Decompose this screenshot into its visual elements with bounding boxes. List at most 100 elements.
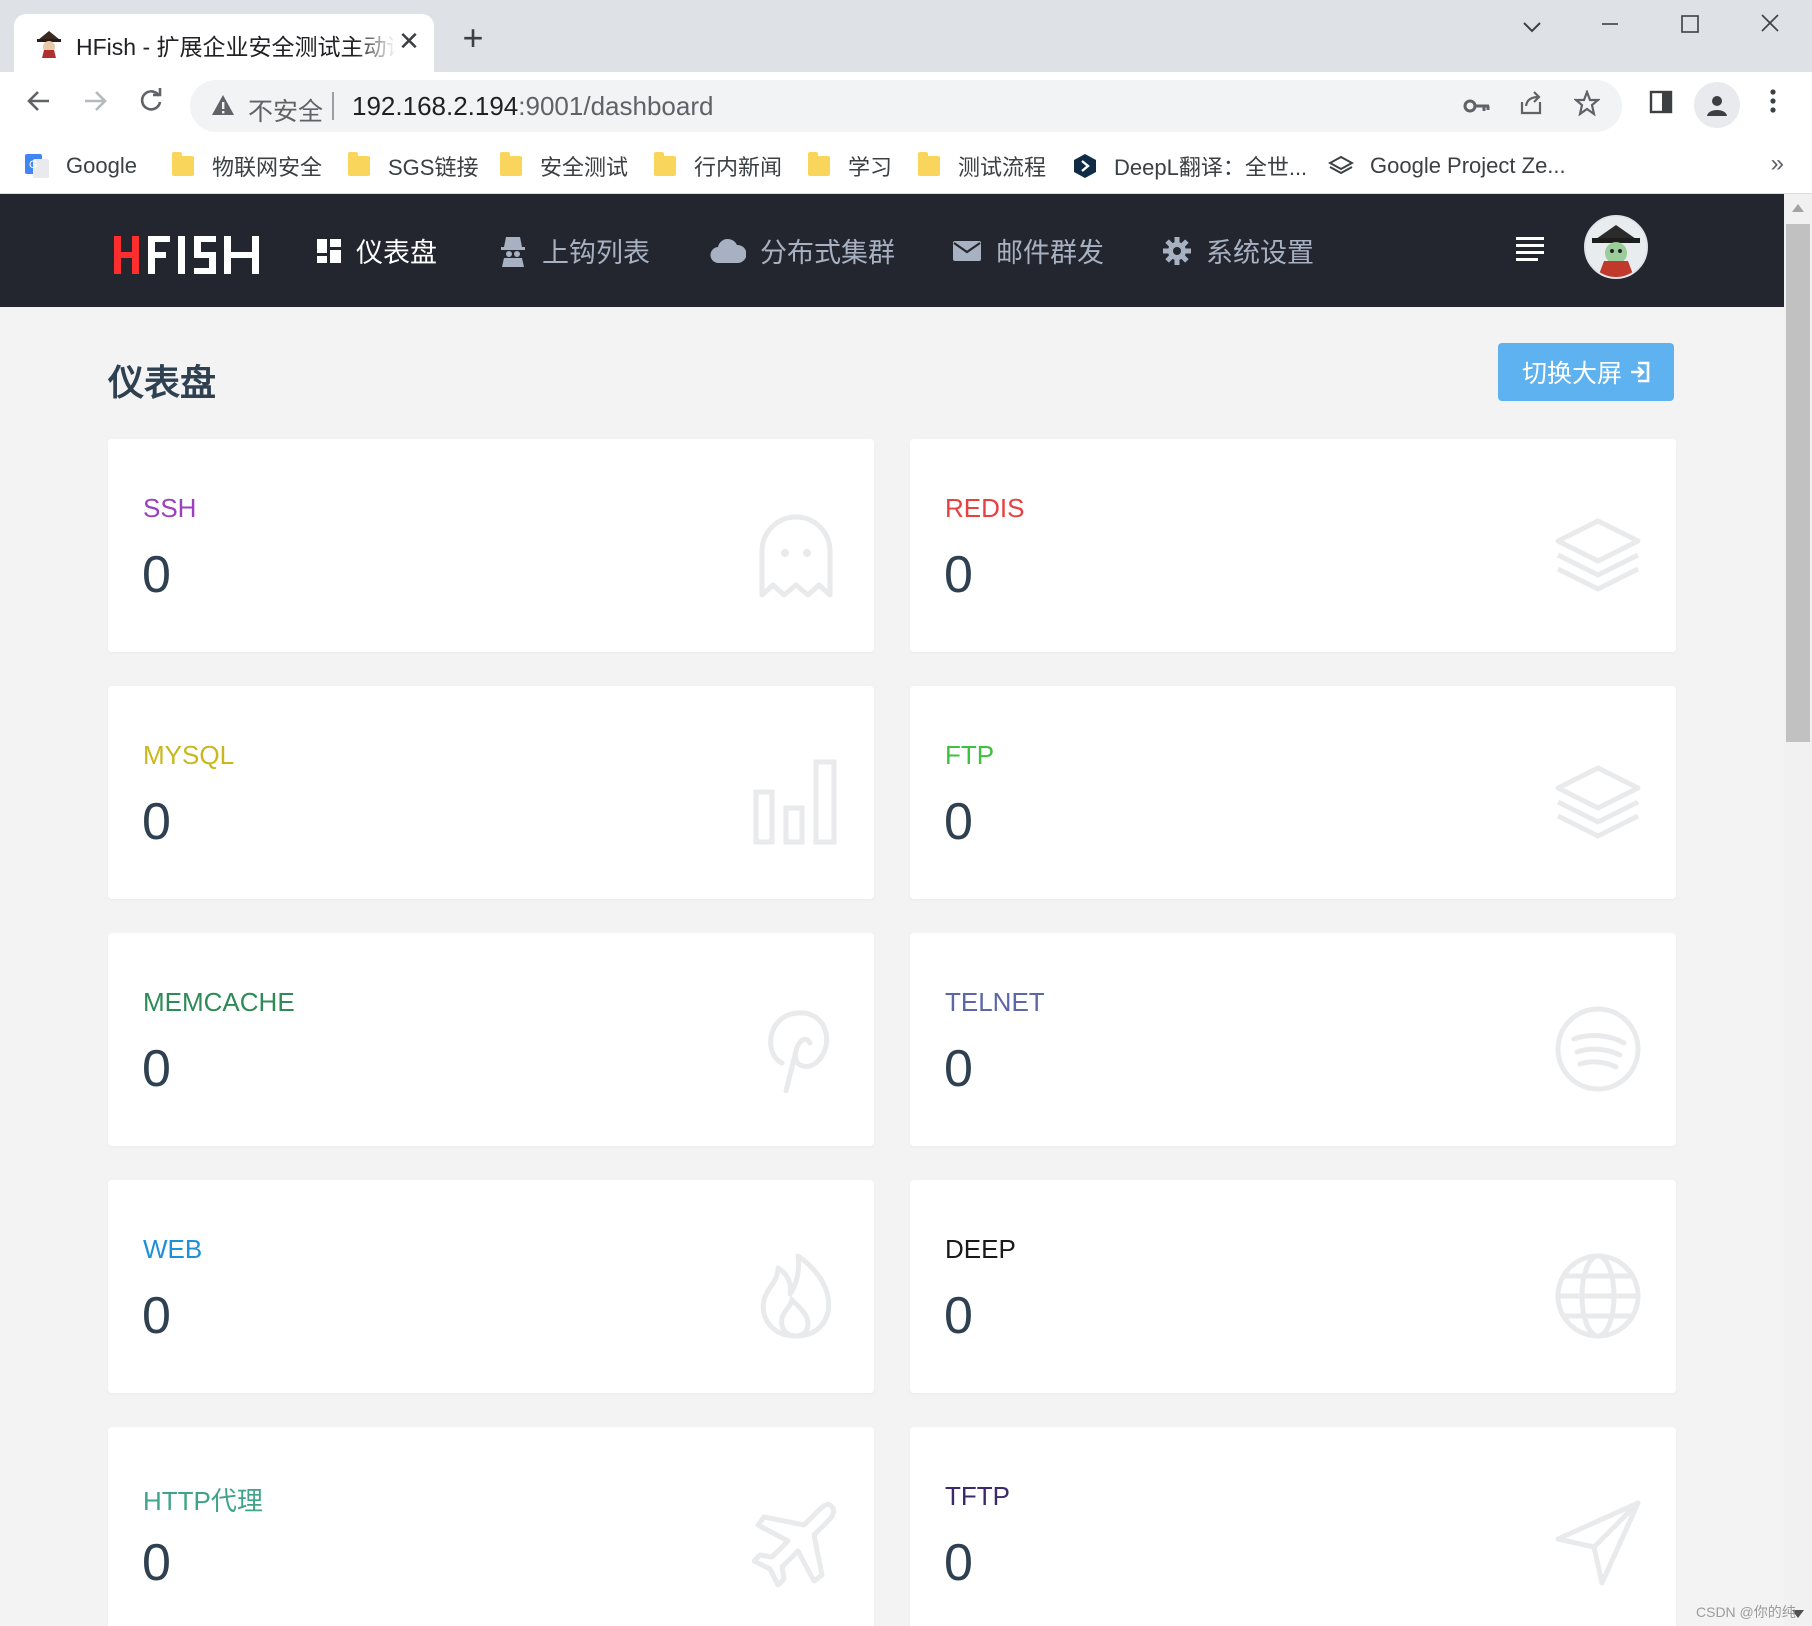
ghost-icon <box>759 514 833 598</box>
nav-label: 仪表盘 <box>356 238 437 268</box>
bookmark-label: DeepL翻译：全世... <box>1114 155 1308 180</box>
nav-label: 系统设置 <box>1206 238 1314 268</box>
bookmark-google[interactable]: G Google <box>24 148 137 184</box>
nav-dashboard[interactable]: 仪表盘 <box>316 194 437 307</box>
plane-icon <box>752 1501 837 1587</box>
folder-icon <box>654 152 676 176</box>
sign-out-icon <box>1631 361 1650 383</box>
stat-card-tftp: TFTP 0 <box>910 1427 1676 1626</box>
bookmark-folder-study[interactable]: 学习 <box>808 148 892 184</box>
stat-card-redis: REDIS 0 <box>910 439 1676 652</box>
bookmark-folder-sgs[interactable]: SGS链接 <box>348 148 478 184</box>
nav-cluster[interactable]: 分布式集群 <box>710 194 895 307</box>
browser-menu-icon[interactable] <box>1750 82 1796 128</box>
stat-card-ssh: SSH 0 <box>108 439 874 652</box>
folder-icon <box>808 152 830 176</box>
reload-icon[interactable] <box>128 82 174 128</box>
folder-icon <box>500 152 522 176</box>
pinterest-icon <box>768 1010 830 1093</box>
star-icon[interactable] <box>1570 88 1604 124</box>
card-value: 0 <box>944 793 973 851</box>
folder-icon <box>918 152 940 176</box>
bar-chart-icon <box>753 759 837 845</box>
card-value: 0 <box>944 1287 973 1345</box>
url-text[interactable]: 192.168.2.194:9001/dashboard <box>352 91 713 122</box>
card-value: 0 <box>142 1287 171 1345</box>
card-label: MEMCACHE <box>143 987 295 1017</box>
url-host: 192.168.2.194 <box>352 91 519 121</box>
stat-card-deep: DEEP 0 <box>910 1180 1676 1393</box>
bookmarks-bar: G Google 物联网安全 SGS链接 安全测试 行内新闻 学习 测试流程 D… <box>0 138 1812 194</box>
bookmark-label: 测试流程 <box>958 155 1047 180</box>
forward-arrow-icon[interactable] <box>72 82 118 128</box>
browser-toolbar: 不安全 192.168.2.194:9001/dashboard <box>0 72 1812 138</box>
stat-card-memcache: MEMCACHE 0 <box>108 933 874 1146</box>
bookmark-label: 学习 <box>848 155 893 180</box>
nav-mail[interactable]: 邮件群发 <box>952 194 1104 307</box>
card-label: WEB <box>143 1234 203 1264</box>
back-arrow-icon[interactable] <box>16 82 62 128</box>
switch-big-screen-button[interactable]: 切换大屏 <box>1498 343 1674 401</box>
hfish-logo[interactable] <box>112 230 272 278</box>
tab-strip: HFish - 扩展企业安全测试主动诱 ✕ + <box>0 0 1812 72</box>
bookmark-label: 行内新闻 <box>694 155 783 180</box>
bookmark-folder-iot[interactable]: 物联网安全 <box>172 148 322 184</box>
user-avatar[interactable] <box>1584 215 1648 279</box>
warning-icon[interactable] <box>210 92 236 118</box>
menu-lines-icon[interactable] <box>1514 232 1546 264</box>
spotify-icon <box>1555 1006 1641 1092</box>
minimize-icon[interactable] <box>1590 8 1630 44</box>
card-label: DEEP <box>945 1234 1016 1264</box>
address-bar[interactable]: 不安全 192.168.2.194:9001/dashboard <box>190 80 1622 132</box>
stat-card-http-proxy: HTTP代理 0 <box>108 1427 874 1626</box>
bookmark-folder-security-test[interactable]: 安全测试 <box>500 148 628 184</box>
folder-icon <box>348 152 370 176</box>
fire-icon <box>760 1253 832 1339</box>
nav-hooked-list[interactable]: 上钩列表 <box>498 194 650 307</box>
card-value: 0 <box>142 546 171 604</box>
card-label: SSH <box>143 493 197 523</box>
profile-avatar-icon[interactable] <box>1694 82 1740 128</box>
folder-icon <box>172 152 194 176</box>
stat-card-web: WEB 0 <box>108 1180 874 1393</box>
bookmark-label: 安全测试 <box>540 155 629 180</box>
nav-label: 分布式集群 <box>760 238 895 268</box>
url-path: :9001/dashboard <box>518 91 714 121</box>
bookmark-label: SGS链接 <box>388 155 479 180</box>
tab-title: HFish - 扩展企业安全测试主动诱 <box>76 28 396 62</box>
insecure-label[interactable]: 不安全 <box>248 92 323 128</box>
stat-card-telnet: TELNET 0 <box>910 933 1676 1146</box>
nav-settings[interactable]: 系统设置 <box>1162 194 1314 307</box>
key-icon[interactable] <box>1460 90 1494 124</box>
browser-tab[interactable]: HFish - 扩展企业安全测试主动诱 ✕ <box>14 14 434 72</box>
stat-card-ftp: FTP 0 <box>910 686 1676 899</box>
page-title: 仪表盘 <box>108 362 217 403</box>
bookmark-deepl[interactable]: DeepL翻译：全世... <box>1072 148 1307 184</box>
bookmark-folder-news[interactable]: 行内新闻 <box>654 148 782 184</box>
bookmark-folder-test-flow[interactable]: 测试流程 <box>918 148 1046 184</box>
watermark: CSDN @你的纯 <box>1696 1604 1796 1620</box>
card-value: 0 <box>944 546 973 604</box>
new-tab-button[interactable]: + <box>456 20 490 56</box>
svg-text:G: G <box>29 159 38 171</box>
card-label: HTTP代理 <box>143 1486 263 1516</box>
side-panel-icon[interactable] <box>1638 82 1684 128</box>
tab-search-icon[interactable] <box>1512 8 1552 44</box>
card-label: FTP <box>945 740 995 770</box>
dashboard-icon <box>317 238 341 263</box>
page-scrollbar[interactable] <box>1784 194 1812 1626</box>
share-icon[interactable] <box>1514 90 1548 124</box>
maximize-icon[interactable] <box>1670 8 1710 44</box>
scroll-thumb[interactable] <box>1786 224 1810 742</box>
bookmarks-overflow-icon[interactable]: » <box>1771 150 1784 178</box>
scroll-up-arrow-icon[interactable] <box>1792 204 1804 212</box>
card-label: TFTP <box>945 1481 1010 1511</box>
bookmark-project-zero[interactable]: Google Project Ze... <box>1328 148 1566 184</box>
globe-icon <box>1555 1253 1641 1339</box>
card-value: 0 <box>142 1534 171 1592</box>
bookmark-label: Google <box>66 153 137 178</box>
cloud-icon <box>710 238 746 263</box>
close-window-icon[interactable] <box>1750 8 1790 44</box>
card-value: 0 <box>142 793 171 851</box>
tab-close-icon[interactable]: ✕ <box>394 26 424 56</box>
